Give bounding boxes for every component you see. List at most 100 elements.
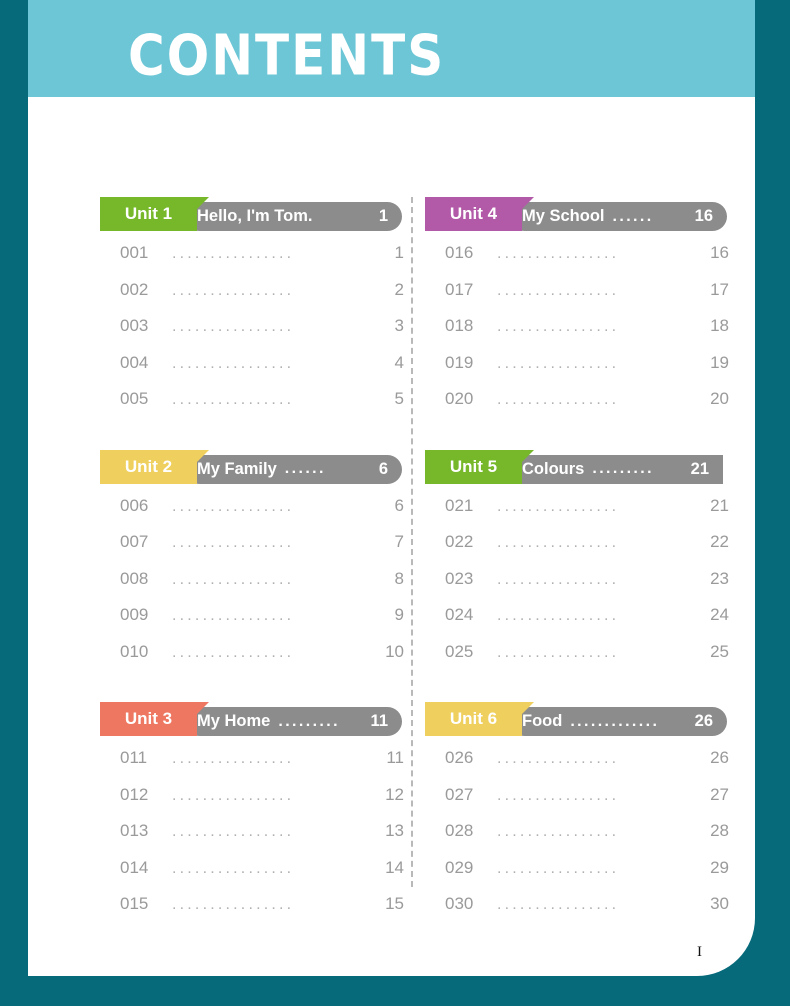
entry-leader-dots: ................ bbox=[497, 896, 620, 913]
entry-code: 010 bbox=[120, 641, 149, 661]
unit-title-bar: Colours......... 21 bbox=[510, 454, 723, 484]
contents-entry-row[interactable]: 011................ 11 bbox=[100, 748, 410, 785]
entry-code: 030 bbox=[445, 894, 474, 913]
entry-leader-dots: ................ bbox=[497, 245, 620, 262]
contents-entry-row[interactable]: 009................ 9 bbox=[100, 605, 410, 642]
contents-entry-row[interactable]: 030................ 30 bbox=[425, 894, 735, 931]
contents-entry-row[interactable]: 018................ 18 bbox=[425, 316, 735, 353]
entry-page-number: 5 bbox=[394, 389, 404, 408]
contents-entry-row[interactable]: 019................ 19 bbox=[425, 353, 735, 390]
contents-entry-row[interactable]: 029................ 29 bbox=[425, 858, 735, 895]
unit-tab[interactable]: Unit 5 bbox=[425, 449, 534, 484]
entry-leader-dots: ................ bbox=[172, 534, 295, 551]
contents-entry-row[interactable]: 023................ 23 bbox=[425, 569, 735, 606]
contents-entry-row[interactable]: 001................ 1 bbox=[100, 243, 410, 280]
unit-page-number: 1 bbox=[378, 207, 388, 225]
entry-leader-dots: ................ bbox=[497, 750, 620, 767]
entry-page-number: 15 bbox=[385, 894, 404, 913]
unit-title: My Family bbox=[197, 459, 277, 478]
unit-tab[interactable]: Unit 2 bbox=[100, 449, 209, 484]
contents-entry-row[interactable]: 021................ 21 bbox=[425, 496, 735, 533]
unit-title-bar: Hello, I'm Tom. 1 bbox=[185, 202, 402, 231]
folded-corner-icon bbox=[522, 449, 534, 462]
entry-page-number: 10 bbox=[385, 641, 404, 661]
entry-leader-dots: ................ bbox=[172, 607, 295, 624]
unit-banner[interactable]: My Family...... 6 Unit 2 bbox=[100, 449, 410, 484]
unit-tab[interactable]: Unit 6 bbox=[425, 702, 534, 736]
unit-block: Hello, I'm Tom. 1 Unit 1 001...............… bbox=[100, 197, 410, 426]
unit-page-number: 11 bbox=[370, 712, 388, 730]
unit-tab[interactable]: Unit 4 bbox=[425, 197, 534, 231]
entry-page-number: 19 bbox=[710, 352, 729, 372]
contents-entry-row[interactable]: 026................ 26 bbox=[425, 748, 735, 785]
contents-entry-row[interactable]: 024................ 24 bbox=[425, 605, 735, 642]
entry-leader-dots: ................ bbox=[172, 823, 295, 840]
entry-leader-dots: ................ bbox=[497, 823, 620, 840]
unit-leader-dots: ...... bbox=[612, 207, 654, 225]
entry-page-number: 11 bbox=[386, 748, 404, 767]
entry-code: 024 bbox=[445, 605, 474, 624]
unit-tab[interactable]: Unit 1 bbox=[100, 197, 209, 231]
contents-entry-row[interactable]: 013................ 13 bbox=[100, 821, 410, 858]
entry-leader-dots: ................ bbox=[497, 318, 620, 335]
contents-entry-row[interactable]: 005................ 5 bbox=[100, 389, 410, 426]
entry-leader-dots: ................ bbox=[497, 643, 620, 661]
contents-entry-row[interactable]: 028................ 28 bbox=[425, 821, 735, 858]
entry-code: 016 bbox=[445, 243, 474, 262]
unit-tab-label: Unit 1 bbox=[124, 204, 173, 223]
entry-code: 006 bbox=[120, 495, 149, 515]
entry-page-number: 7 bbox=[394, 532, 404, 551]
contents-entry-row[interactable]: 004................ 4 bbox=[100, 353, 410, 390]
contents-entry-row[interactable]: 002................ 2 bbox=[100, 280, 410, 317]
unit-banner[interactable]: Hello, I'm Tom. 1 Unit 1 bbox=[100, 197, 410, 231]
entry-leader-dots: ................ bbox=[497, 534, 620, 551]
unit-leader-dots: ......... bbox=[592, 460, 654, 477]
entry-leader-dots: ................ bbox=[497, 281, 620, 299]
entry-leader-dots: ................ bbox=[172, 497, 295, 515]
unit-page-number: 6 bbox=[378, 459, 388, 478]
entry-page-number: 20 bbox=[710, 389, 729, 408]
contents-entry-row[interactable]: 027................ 27 bbox=[425, 785, 735, 822]
contents-entry-row[interactable]: 010................ 10 bbox=[100, 642, 410, 679]
entry-code: 020 bbox=[445, 389, 474, 408]
entry-code: 027 bbox=[445, 784, 474, 804]
contents-entry-row[interactable]: 006................ 6 bbox=[100, 496, 410, 533]
entry-code: 015 bbox=[120, 894, 149, 913]
unit-block: My School...... 16 Unit 4 016..............… bbox=[425, 197, 735, 426]
unit-banner[interactable]: My Home......... 11 Unit 3 bbox=[100, 702, 410, 736]
contents-entry-row[interactable]: 015................ 15 bbox=[100, 894, 410, 931]
unit-title: My Home bbox=[197, 712, 271, 730]
unit-banner[interactable]: Colours......... 21 Unit 5 bbox=[425, 449, 735, 484]
unit-title: My School bbox=[522, 207, 605, 225]
right-column: My School...... 16 Unit 4 016..............… bbox=[425, 197, 735, 955]
contents-entry-row[interactable]: 003................ 3 bbox=[100, 316, 410, 353]
entry-page-number: 27 bbox=[710, 784, 729, 804]
unit-block: My Family...... 6 Unit 2 006...............… bbox=[100, 449, 410, 679]
contents-entry-row[interactable]: 022................ 22 bbox=[425, 532, 735, 569]
contents-entry-row[interactable]: 012................ 12 bbox=[100, 785, 410, 822]
unit-tab-label: Unit 2 bbox=[124, 456, 173, 476]
unit-banner[interactable]: My School...... 16 Unit 4 bbox=[425, 197, 735, 231]
entry-page-number: 22 bbox=[710, 532, 729, 551]
unit-banner[interactable]: Food............. 26 Unit 6 bbox=[425, 702, 735, 736]
contents-entry-row[interactable]: 014................ 14 bbox=[100, 858, 410, 895]
entry-leader-dots: ................ bbox=[497, 497, 620, 515]
contents-entry-row[interactable]: 007................ 7 bbox=[100, 532, 410, 569]
entry-leader-dots: ................ bbox=[497, 859, 620, 877]
entry-leader-dots: ................ bbox=[497, 391, 620, 408]
unit-tab[interactable]: Unit 3 bbox=[100, 702, 209, 736]
entry-page-number: 24 bbox=[710, 605, 729, 624]
contents-entry-row[interactable]: 020................ 20 bbox=[425, 389, 735, 426]
contents-entry-row[interactable]: 008................ 8 bbox=[100, 569, 410, 606]
unit-title-bar: My Family...... 6 bbox=[185, 454, 402, 484]
contents-entry-row[interactable]: 016................ 16 bbox=[425, 243, 735, 280]
entry-page-number: 8 bbox=[394, 568, 404, 588]
entry-page-number: 29 bbox=[710, 857, 729, 877]
entry-page-number: 25 bbox=[710, 641, 729, 661]
contents-entry-row[interactable]: 017................ 17 bbox=[425, 280, 735, 317]
unit-tab-label: Unit 6 bbox=[449, 709, 498, 728]
entry-leader-dots: ................ bbox=[172, 354, 295, 372]
contents-entry-row[interactable]: 025................ 25 bbox=[425, 642, 735, 679]
column-divider bbox=[411, 197, 413, 887]
entry-page-number: 23 bbox=[710, 568, 729, 588]
